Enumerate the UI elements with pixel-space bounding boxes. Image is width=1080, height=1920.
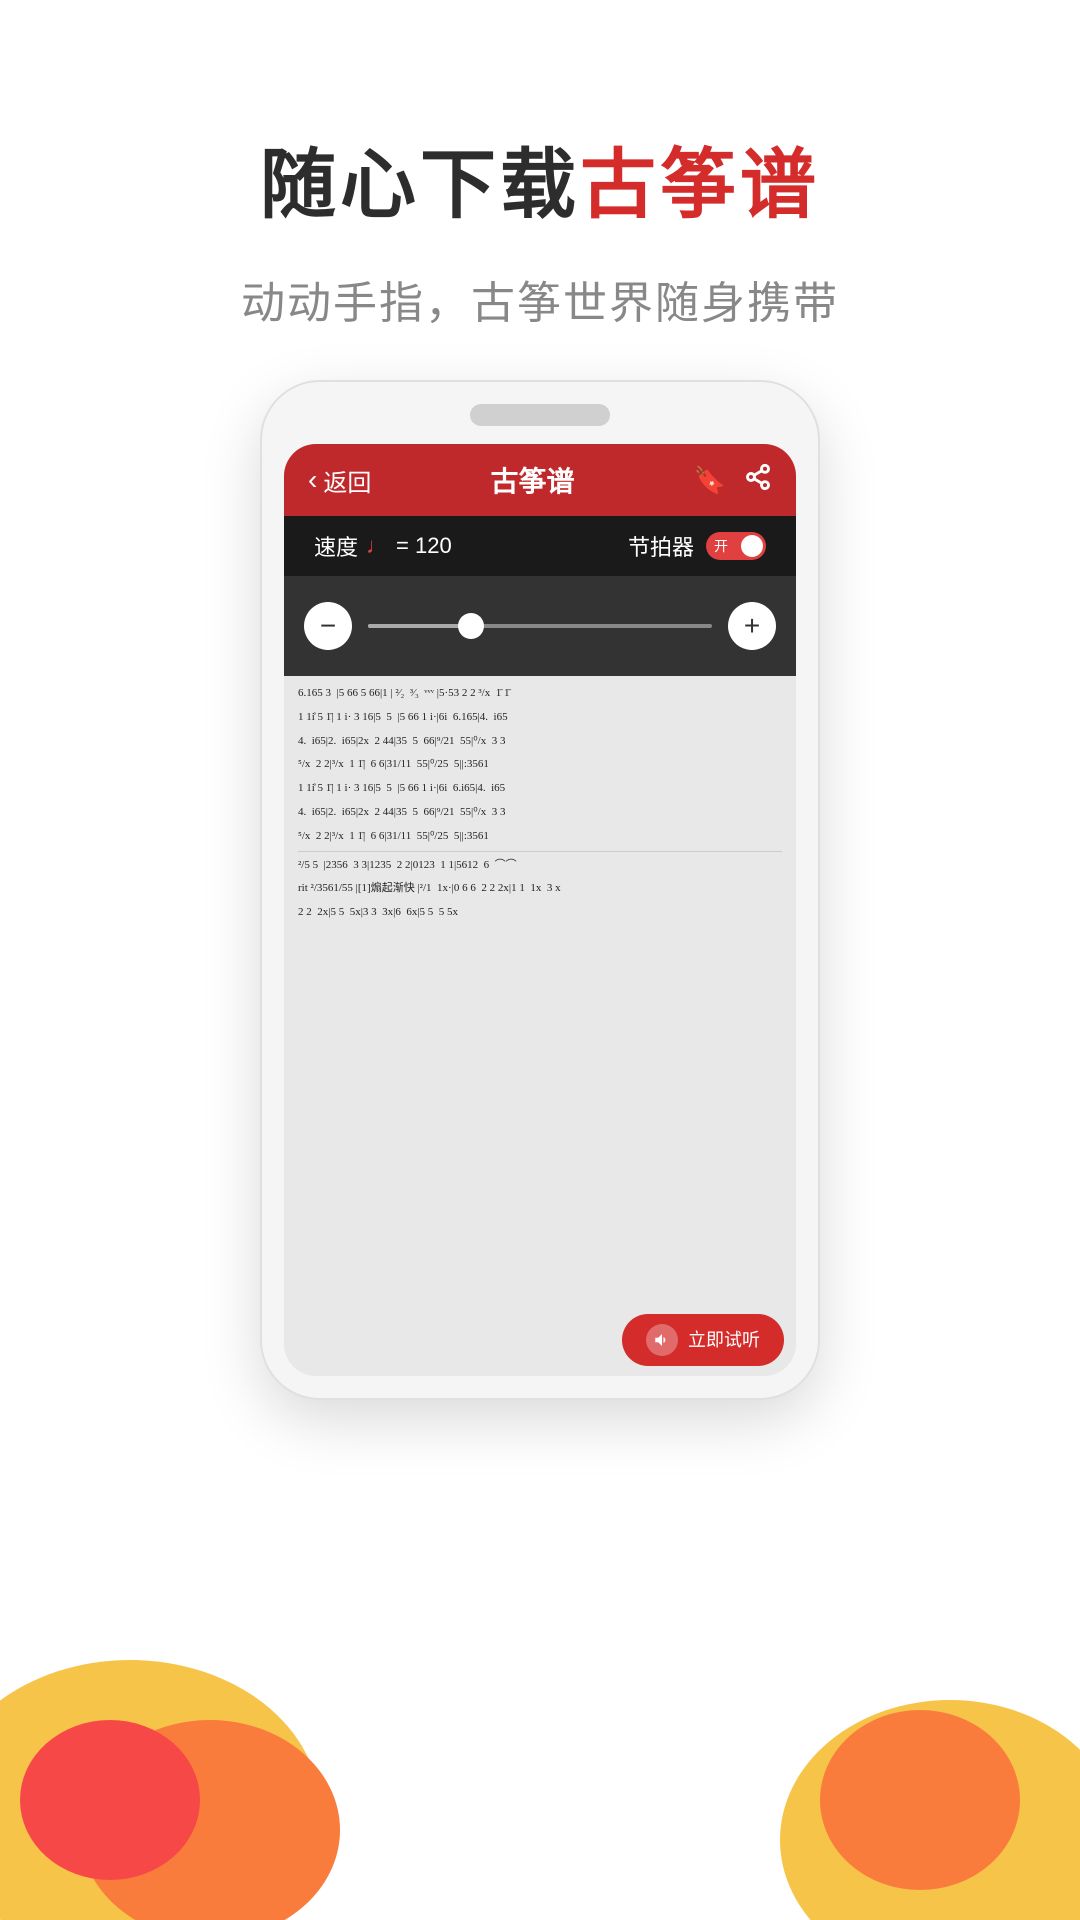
slider-fill: [368, 624, 471, 628]
page-subtitle: 动动手指，古筝世界随身携带: [0, 267, 1080, 331]
metronome-toggle[interactable]: 开: [706, 532, 766, 560]
header-section: 随心下载古筝谱 动动手指，古筝世界随身携带: [0, 0, 1080, 391]
score-line-5: 1 1i̊ 5 1̄| 1 i· 3 16|5 5 |5 66 1 i·|6i …: [298, 779, 782, 799]
plus-icon: +: [744, 610, 760, 642]
app-screen-title: 古筝谱: [490, 460, 574, 500]
header-actions: 🔖: [694, 463, 772, 498]
audio-wave-icon: [646, 1324, 678, 1356]
phone-frame: ‹ 返回 古筝谱 🔖 速度 ♩: [260, 380, 820, 1400]
music-score-area[interactable]: 6.165 3 |5 66 5 66|1 | ²⁄₂ ³⁄₃ ᵛᵛᵛ |5·53…: [284, 676, 796, 1376]
speed-slider-track[interactable]: [368, 624, 712, 628]
bookmark-icon[interactable]: 🔖: [694, 465, 726, 496]
speed-display: 速度 ♩ = 120: [314, 530, 452, 562]
metronome-label: 节拍器: [628, 530, 694, 562]
metronome-control[interactable]: 节拍器 开: [628, 530, 766, 562]
listen-button[interactable]: 立即试听: [622, 1314, 784, 1366]
toggle-on-label: 开: [714, 536, 728, 556]
slider-thumb[interactable]: [458, 613, 484, 639]
speed-decrease-button[interactable]: −: [304, 602, 352, 650]
speed-metronome-bar: 速度 ♩ = 120 节拍器 开: [284, 516, 796, 576]
note-icon: ♩: [366, 533, 388, 559]
score-divider: [298, 851, 782, 852]
score-line-1: 6.165 3 |5 66 5 66|1 | ²⁄₂ ³⁄₃ ᵛᵛᵛ |5·53…: [298, 684, 782, 704]
back-chevron-icon: ‹: [308, 464, 317, 496]
title-highlight: 古筝谱: [580, 143, 820, 228]
speed-slider-area: − +: [284, 576, 796, 676]
phone-mockup: ‹ 返回 古筝谱 🔖 速度 ♩: [260, 380, 820, 1400]
score-line-2: 1 1i̊ 5 1̄| 1 i· 3 16|5 5 |5 66 1 i·|6i …: [298, 708, 782, 728]
score-line-9: rit ²/3561/55 |[1]煽起渐快 |²/1 1x·|0 6 6 2 …: [298, 879, 782, 899]
phone-screen: ‹ 返回 古筝谱 🔖 速度 ♩: [284, 444, 796, 1376]
speed-increase-button[interactable]: +: [728, 602, 776, 650]
back-label: 返回: [323, 463, 371, 498]
page-title: 随心下载古筝谱: [0, 140, 1080, 231]
listen-overlay[interactable]: 立即试听: [622, 1314, 784, 1366]
score-line-3: 4. i65|2. i65|2x 2 44|35 5 66|⁹/21 55|⁰/…: [298, 732, 782, 752]
title-prefix: 随心下载: [260, 143, 580, 228]
score-line-4: ⁵/x 2 2|³/x 1 1̄| 6 6|31/11 55|⁰/25 5||:…: [298, 755, 782, 775]
listen-label: 立即试听: [688, 1327, 760, 1354]
score-line-8: ²/5 5 |2356 3 3|1235 2 2|0123 1 1|5612 6…: [298, 856, 782, 876]
score-line-10: 2 2 2x|5 5 5x|3 3 3x|6 6x|5 5 5 5x: [298, 903, 782, 923]
speed-text-label: 速度: [314, 530, 358, 562]
app-header-bar: ‹ 返回 古筝谱 🔖: [284, 444, 796, 516]
phone-speaker: [470, 404, 610, 426]
speed-value: = 120: [396, 533, 452, 559]
toggle-knob: [741, 535, 763, 557]
background-decoration: [0, 1600, 1080, 1920]
minus-icon: −: [320, 610, 336, 642]
back-button[interactable]: ‹ 返回: [308, 463, 371, 498]
score-line-7: ⁵/x 2 2|³/x 1 1̄| 6 6|31/11 55|⁰/25 5||:…: [298, 827, 782, 847]
share-icon[interactable]: [744, 463, 772, 498]
score-line-6: 4. i65|2. i65|2x 2 44|35 5 66|⁹/21 55|⁰/…: [298, 803, 782, 823]
